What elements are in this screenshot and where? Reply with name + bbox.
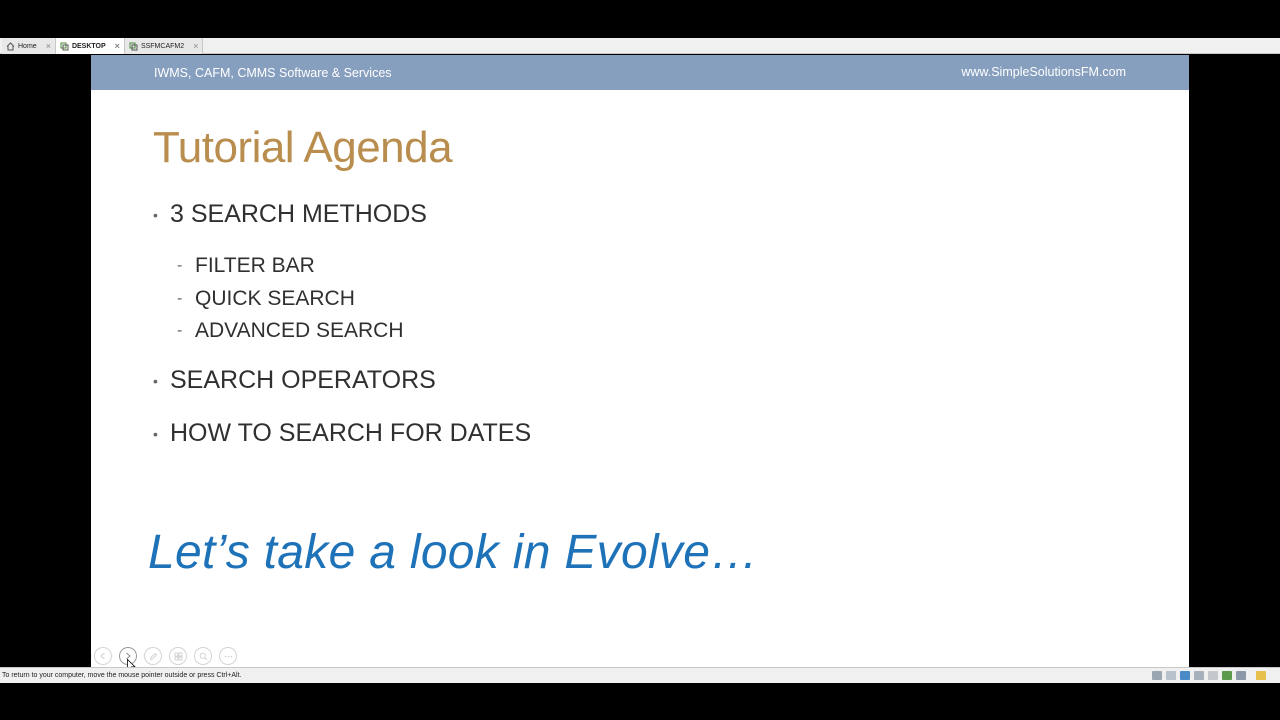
agenda-subitem: - FILTER BAR: [177, 254, 315, 278]
close-tab-icon[interactable]: ×: [115, 41, 120, 51]
message-icon[interactable]: [1256, 671, 1266, 680]
tab-label: DESKTOP: [71, 42, 106, 50]
pen-icon[interactable]: [144, 647, 162, 665]
agenda-item-text: 3 SEARCH METHODS: [170, 200, 427, 228]
slideshow-controls: [94, 647, 237, 665]
close-tab-icon[interactable]: ×: [193, 41, 198, 51]
bullet-glyph: •: [153, 425, 158, 442]
call-to-action-text: Let’s take a look in Evolve…: [148, 526, 759, 579]
tab-home[interactable]: Home ×: [2, 38, 56, 54]
agenda-subitem: - QUICK SEARCH: [177, 287, 355, 311]
usb-icon[interactable]: [1194, 671, 1204, 680]
tab-label: SSFMCAFM2: [140, 42, 185, 50]
printer-icon[interactable]: [1208, 671, 1218, 680]
hard-disk-icon[interactable]: [1152, 671, 1162, 680]
vm-status-bar: To return to your computer, move the mou…: [0, 667, 1280, 683]
sound-icon[interactable]: [1222, 671, 1232, 680]
header-tagline: IWMS, CAFM, CMMS Software & Services: [154, 66, 392, 80]
agenda-subitem-text: ADVANCED SEARCH: [195, 319, 404, 342]
agenda-item-text: SEARCH OPERATORS: [170, 366, 436, 394]
agenda-subitem: - ADVANCED SEARCH: [177, 319, 403, 343]
status-message: To return to your computer, move the mou…: [2, 672, 242, 679]
remote-desktop-icon: [60, 42, 69, 51]
agenda-subitem-text: FILTER BAR: [195, 254, 315, 277]
remote-desktop-icon: [129, 42, 138, 51]
tab-label: Home: [18, 42, 37, 50]
more-options-icon[interactable]: [219, 647, 237, 665]
agenda-item: • HOW TO SEARCH FOR DATES: [153, 419, 531, 448]
slides-overview-icon[interactable]: [169, 647, 187, 665]
vm-tab-strip: Home × DESKTOP × SSFMCAFM2 ×: [0, 38, 1280, 54]
bullet-glyph: •: [153, 206, 158, 223]
agenda-item: • SEARCH OPERATORS: [153, 366, 436, 395]
tab-desktop[interactable]: DESKTOP ×: [55, 38, 125, 54]
agenda-item: • 3 SEARCH METHODS: [153, 200, 427, 229]
presentation-slide: IWMS, CAFM, CMMS Software & Services www…: [91, 55, 1189, 667]
zoom-icon[interactable]: [194, 647, 212, 665]
previous-slide-icon[interactable]: [94, 647, 112, 665]
dash-glyph: -: [177, 257, 183, 274]
header-website: www.SimpleSolutionsFM.com: [961, 65, 1126, 79]
display-icon[interactable]: [1236, 671, 1246, 680]
slide-header-band: IWMS, CAFM, CMMS Software & Services www…: [91, 55, 1189, 90]
network-icon[interactable]: [1180, 671, 1190, 680]
close-tab-icon[interactable]: ×: [46, 41, 51, 51]
agenda-subitem-text: QUICK SEARCH: [195, 287, 355, 310]
dash-glyph: -: [177, 322, 183, 339]
vm-screen[interactable]: IWMS, CAFM, CMMS Software & Services www…: [0, 55, 1280, 667]
cd-drive-icon[interactable]: [1166, 671, 1176, 680]
home-icon: [6, 41, 15, 51]
tab-ssfmcafm2[interactable]: SSFMCAFM2 ×: [124, 38, 204, 54]
device-tray: [1152, 671, 1266, 680]
bullet-glyph: •: [153, 372, 158, 389]
dash-glyph: -: [177, 290, 183, 307]
agenda-item-text: HOW TO SEARCH FOR DATES: [170, 419, 532, 447]
slide-title: Tutorial Agenda: [153, 123, 453, 172]
